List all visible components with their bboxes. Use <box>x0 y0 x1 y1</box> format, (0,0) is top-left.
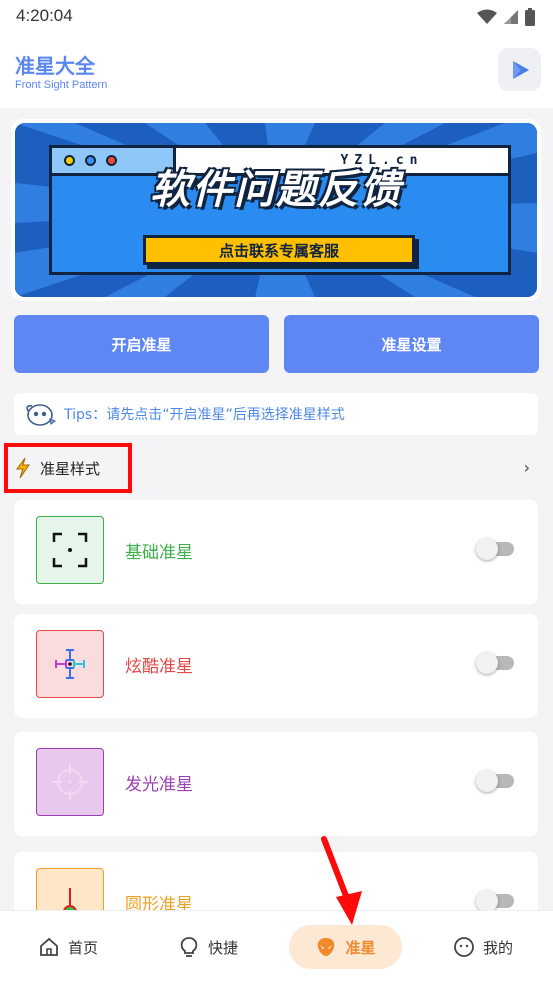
style-toggle[interactable] <box>476 770 514 792</box>
play-store-button[interactable] <box>498 48 541 91</box>
banner-headline: 软件问题反馈 <box>150 167 402 213</box>
style-toggle[interactable] <box>476 538 514 560</box>
lightbulb-icon <box>180 937 198 957</box>
wifi-icon <box>477 9 497 24</box>
smiley-icon <box>454 937 474 957</box>
nav-aim-label: 准星 <box>345 938 376 957</box>
cool-crosshair-icon <box>36 630 104 698</box>
basic-crosshair-icon <box>36 516 104 584</box>
style-name: 炫酷准星 <box>125 657 193 677</box>
banner-cta: 点击联系专属客服 <box>143 235 415 265</box>
banner-image: YZL.cn 软件问题反馈 点击联系专属客服 <box>15 123 537 297</box>
open-crosshair-button[interactable]: 开启准星 <box>14 315 269 373</box>
style-name: 圆形准星 <box>125 895 193 910</box>
app-header: 准星大全 Front Sight Pattern <box>0 34 553 108</box>
style-card-glow[interactable]: 发光准星 <box>14 732 538 836</box>
app-subtitle: Front Sight Pattern <box>15 79 108 91</box>
status-time: 4:20:04 <box>16 6 73 25</box>
alien-icon <box>318 938 335 956</box>
glow-crosshair-icon <box>36 748 104 816</box>
chevron-right-icon[interactable]: › <box>524 458 530 477</box>
signal-icon <box>504 10 518 24</box>
nav-quick[interactable]: 快捷 <box>178 925 238 969</box>
battery-icon <box>525 8 535 26</box>
nav-home[interactable]: 首页 <box>38 925 98 969</box>
style-toggle[interactable] <box>476 890 514 910</box>
bottom-navigation: 首页 快捷 准星 我的 <box>0 910 553 983</box>
highlight-annotation-box <box>4 443 132 493</box>
style-card-cool[interactable]: 炫酷准星 <box>14 614 538 718</box>
system-icons <box>477 8 535 26</box>
play-icon <box>512 60 529 79</box>
nav-aim[interactable]: 准星 <box>289 925 402 969</box>
mascot-icon <box>26 404 56 426</box>
nav-mine-label: 我的 <box>483 938 514 957</box>
style-card-circle[interactable]: 圆形准星 <box>14 852 538 910</box>
app-title: 准星大全 <box>15 54 95 78</box>
crosshair-settings-button[interactable]: 准星设置 <box>284 315 539 373</box>
style-toggle[interactable] <box>476 652 514 674</box>
tips-text: Tips：请先点击“开启准星”后再选择准星样式 <box>64 407 345 423</box>
red-arrow-annotation <box>321 836 362 925</box>
circle-crosshair-icon <box>36 868 104 910</box>
tips-bar: Tips：请先点击“开启准星”后再选择准星样式 <box>14 393 538 435</box>
nav-home-label: 首页 <box>68 938 99 957</box>
nav-quick-label: 快捷 <box>208 938 239 957</box>
style-name: 发光准星 <box>125 775 193 795</box>
style-name: 基础准星 <box>125 543 193 563</box>
feedback-banner[interactable]: YZL.cn 软件问题反馈 点击联系专属客服 <box>11 119 541 301</box>
nav-mine[interactable]: 我的 <box>453 925 513 969</box>
style-card-basic[interactable]: 基础准星 <box>14 500 538 604</box>
status-bar: 4:20:04 <box>0 0 553 34</box>
home-icon <box>40 937 58 956</box>
